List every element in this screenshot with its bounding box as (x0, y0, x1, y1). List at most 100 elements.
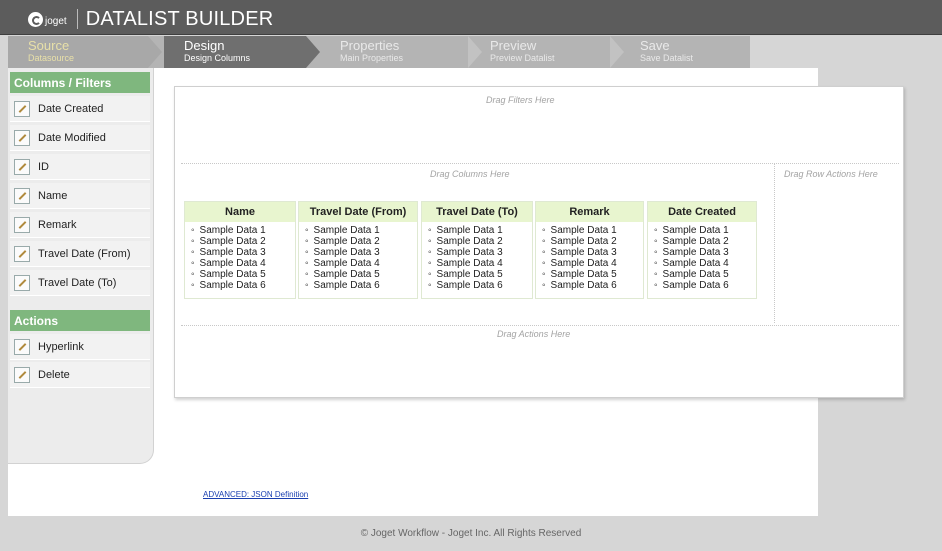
palette-item-label: ID (38, 160, 49, 173)
edit-icon (14, 100, 30, 117)
edit-icon (14, 187, 30, 204)
column-sample-list: Sample Data 1 Sample Data 2 Sample Data … (422, 222, 532, 291)
palette-item-date-created[interactable]: Date Created (10, 96, 150, 122)
step-source-subtitle: Datasource (28, 53, 75, 63)
column-sample-list: Sample Data 1 Sample Data 2 Sample Data … (648, 222, 756, 291)
list-item: Sample Data 2 (654, 236, 756, 247)
list-item: Sample Data 6 (428, 280, 532, 291)
column-travel-date-to[interactable]: Travel Date (To) Sample Data 1 Sample Da… (421, 201, 533, 299)
list-item: Sample Data 1 (654, 225, 756, 236)
list-item: Sample Data 5 (428, 269, 532, 280)
list-item: Sample Data 4 (654, 258, 756, 269)
step-arrow-icon (468, 36, 482, 68)
palette-item-label: Date Modified (38, 131, 106, 144)
column-sample-list: Sample Data 1 Sample Data 2 Sample Data … (299, 222, 417, 291)
drag-columns-zone[interactable]: Drag Columns Here (430, 169, 510, 179)
edit-icon (14, 216, 30, 233)
palette-item-label: Travel Date (From) (38, 247, 131, 260)
palette-item-remark[interactable]: Remark (10, 212, 150, 238)
palette-item-delete[interactable]: Delete (10, 362, 150, 388)
footer: © Joget Workflow - Joget Inc. All Rights… (0, 516, 942, 551)
list-item: Sample Data 5 (305, 269, 417, 280)
palette-item-label: Hyperlink (38, 340, 84, 353)
divider (181, 163, 899, 164)
palette-item-label: Remark (38, 218, 77, 231)
palette-item-label: Date Created (38, 102, 104, 115)
list-item: Sample Data 1 (428, 225, 532, 236)
list-item: Sample Data 3 (428, 247, 532, 258)
palette-item-date-modified[interactable]: Date Modified (10, 125, 150, 151)
list-item: Sample Data 1 (542, 225, 643, 236)
step-preview-subtitle: Preview Datalist (490, 53, 555, 63)
divider (774, 163, 775, 323)
step-save-title: Save (640, 38, 670, 53)
app-header: joget DATALIST BUILDER (0, 0, 942, 35)
step-preview[interactable]: Preview Preview Datalist (470, 36, 624, 68)
column-date-created[interactable]: Date Created Sample Data 1 Sample Data 2… (647, 201, 757, 299)
list-item: Sample Data 2 (191, 236, 295, 247)
list-item: Sample Data 4 (428, 258, 532, 269)
joget-logo: joget DATALIST BUILDER (28, 8, 273, 30)
edit-icon (14, 366, 30, 383)
column-travel-date-from[interactable]: Travel Date (From) Sample Data 1 Sample … (298, 201, 418, 299)
list-item: Sample Data 5 (191, 269, 295, 280)
list-item: Sample Data 6 (191, 280, 295, 291)
list-item: Sample Data 6 (542, 280, 643, 291)
palette-item-id[interactable]: ID (10, 154, 150, 180)
columns-filters-header: Columns / Filters (10, 72, 150, 93)
column-header: Name (185, 202, 295, 222)
drag-actions-zone[interactable]: Drag Actions Here (497, 329, 570, 339)
drag-filters-zone[interactable]: Drag Filters Here (486, 95, 555, 105)
list-item: Sample Data 2 (428, 236, 532, 247)
list-item: Sample Data 3 (191, 247, 295, 258)
edit-icon (14, 158, 30, 175)
palette-sidebar: Columns / Filters Date Created Date Modi… (8, 68, 154, 464)
column-header: Travel Date (From) (299, 202, 417, 222)
palette-item-label: Delete (38, 368, 70, 381)
list-item: Sample Data 2 (542, 236, 643, 247)
edit-icon (14, 245, 30, 262)
copyright-text: © Joget Workflow - Joget Inc. All Rights… (360, 528, 582, 539)
edit-icon (14, 338, 30, 355)
list-item: Sample Data 4 (305, 258, 417, 269)
column-name[interactable]: Name Sample Data 1 Sample Data 2 Sample … (184, 201, 296, 299)
list-item: Sample Data 2 (305, 236, 417, 247)
step-save[interactable]: Save Save Datalist (620, 36, 748, 68)
column-sample-list: Sample Data 1 Sample Data 2 Sample Data … (536, 222, 643, 291)
palette-item-travel-date-to[interactable]: Travel Date (To) (10, 270, 150, 296)
list-item: Sample Data 3 (305, 247, 417, 258)
step-source-title: Source (28, 38, 70, 53)
step-source[interactable]: Source Datasource (8, 36, 162, 68)
step-properties[interactable]: Properties Main Properties (320, 36, 482, 68)
step-properties-subtitle: Main Properties (340, 53, 404, 63)
step-properties-title: Properties (340, 38, 400, 53)
palette-item-name[interactable]: Name (10, 183, 150, 209)
list-item: Sample Data 4 (542, 258, 643, 269)
column-header: Remark (536, 202, 643, 222)
page-title: DATALIST BUILDER (85, 7, 274, 30)
palette-item-travel-date-from[interactable]: Travel Date (From) (10, 241, 150, 267)
step-design-subtitle: Design Columns (184, 53, 251, 63)
logo-divider (76, 9, 78, 29)
actions-header: Actions (10, 310, 150, 331)
edit-icon (14, 274, 30, 291)
palette-item-hyperlink[interactable]: Hyperlink (10, 334, 150, 360)
palette-item-label: Name (38, 189, 68, 202)
advanced-json-link[interactable]: ADVANCED: JSON Definition (203, 490, 308, 499)
list-item: Sample Data 5 (542, 269, 643, 280)
list-item: Sample Data 4 (191, 258, 295, 269)
list-item: Sample Data 1 (191, 225, 295, 236)
palette-item-label: Travel Date (To) (38, 276, 117, 289)
step-save-subtitle: Save Datalist (640, 53, 694, 63)
column-sample-list: Sample Data 1 Sample Data 2 Sample Data … (185, 222, 295, 291)
step-design[interactable]: Design Design Columns (164, 36, 320, 68)
datalist-canvas: Drag Filters Here Drag Columns Here Drag… (174, 86, 904, 398)
column-header: Date Created (648, 202, 756, 222)
logo-text: joget (45, 15, 67, 27)
drag-row-actions-zone[interactable]: Drag Row Actions Here (784, 169, 878, 179)
wizard-steps: Source Datasource Design Design Columns … (8, 36, 750, 68)
edit-icon (14, 129, 30, 146)
column-remark[interactable]: Remark Sample Data 1 Sample Data 2 Sampl… (535, 201, 644, 299)
column-header: Travel Date (To) (422, 202, 532, 222)
divider (181, 325, 899, 326)
